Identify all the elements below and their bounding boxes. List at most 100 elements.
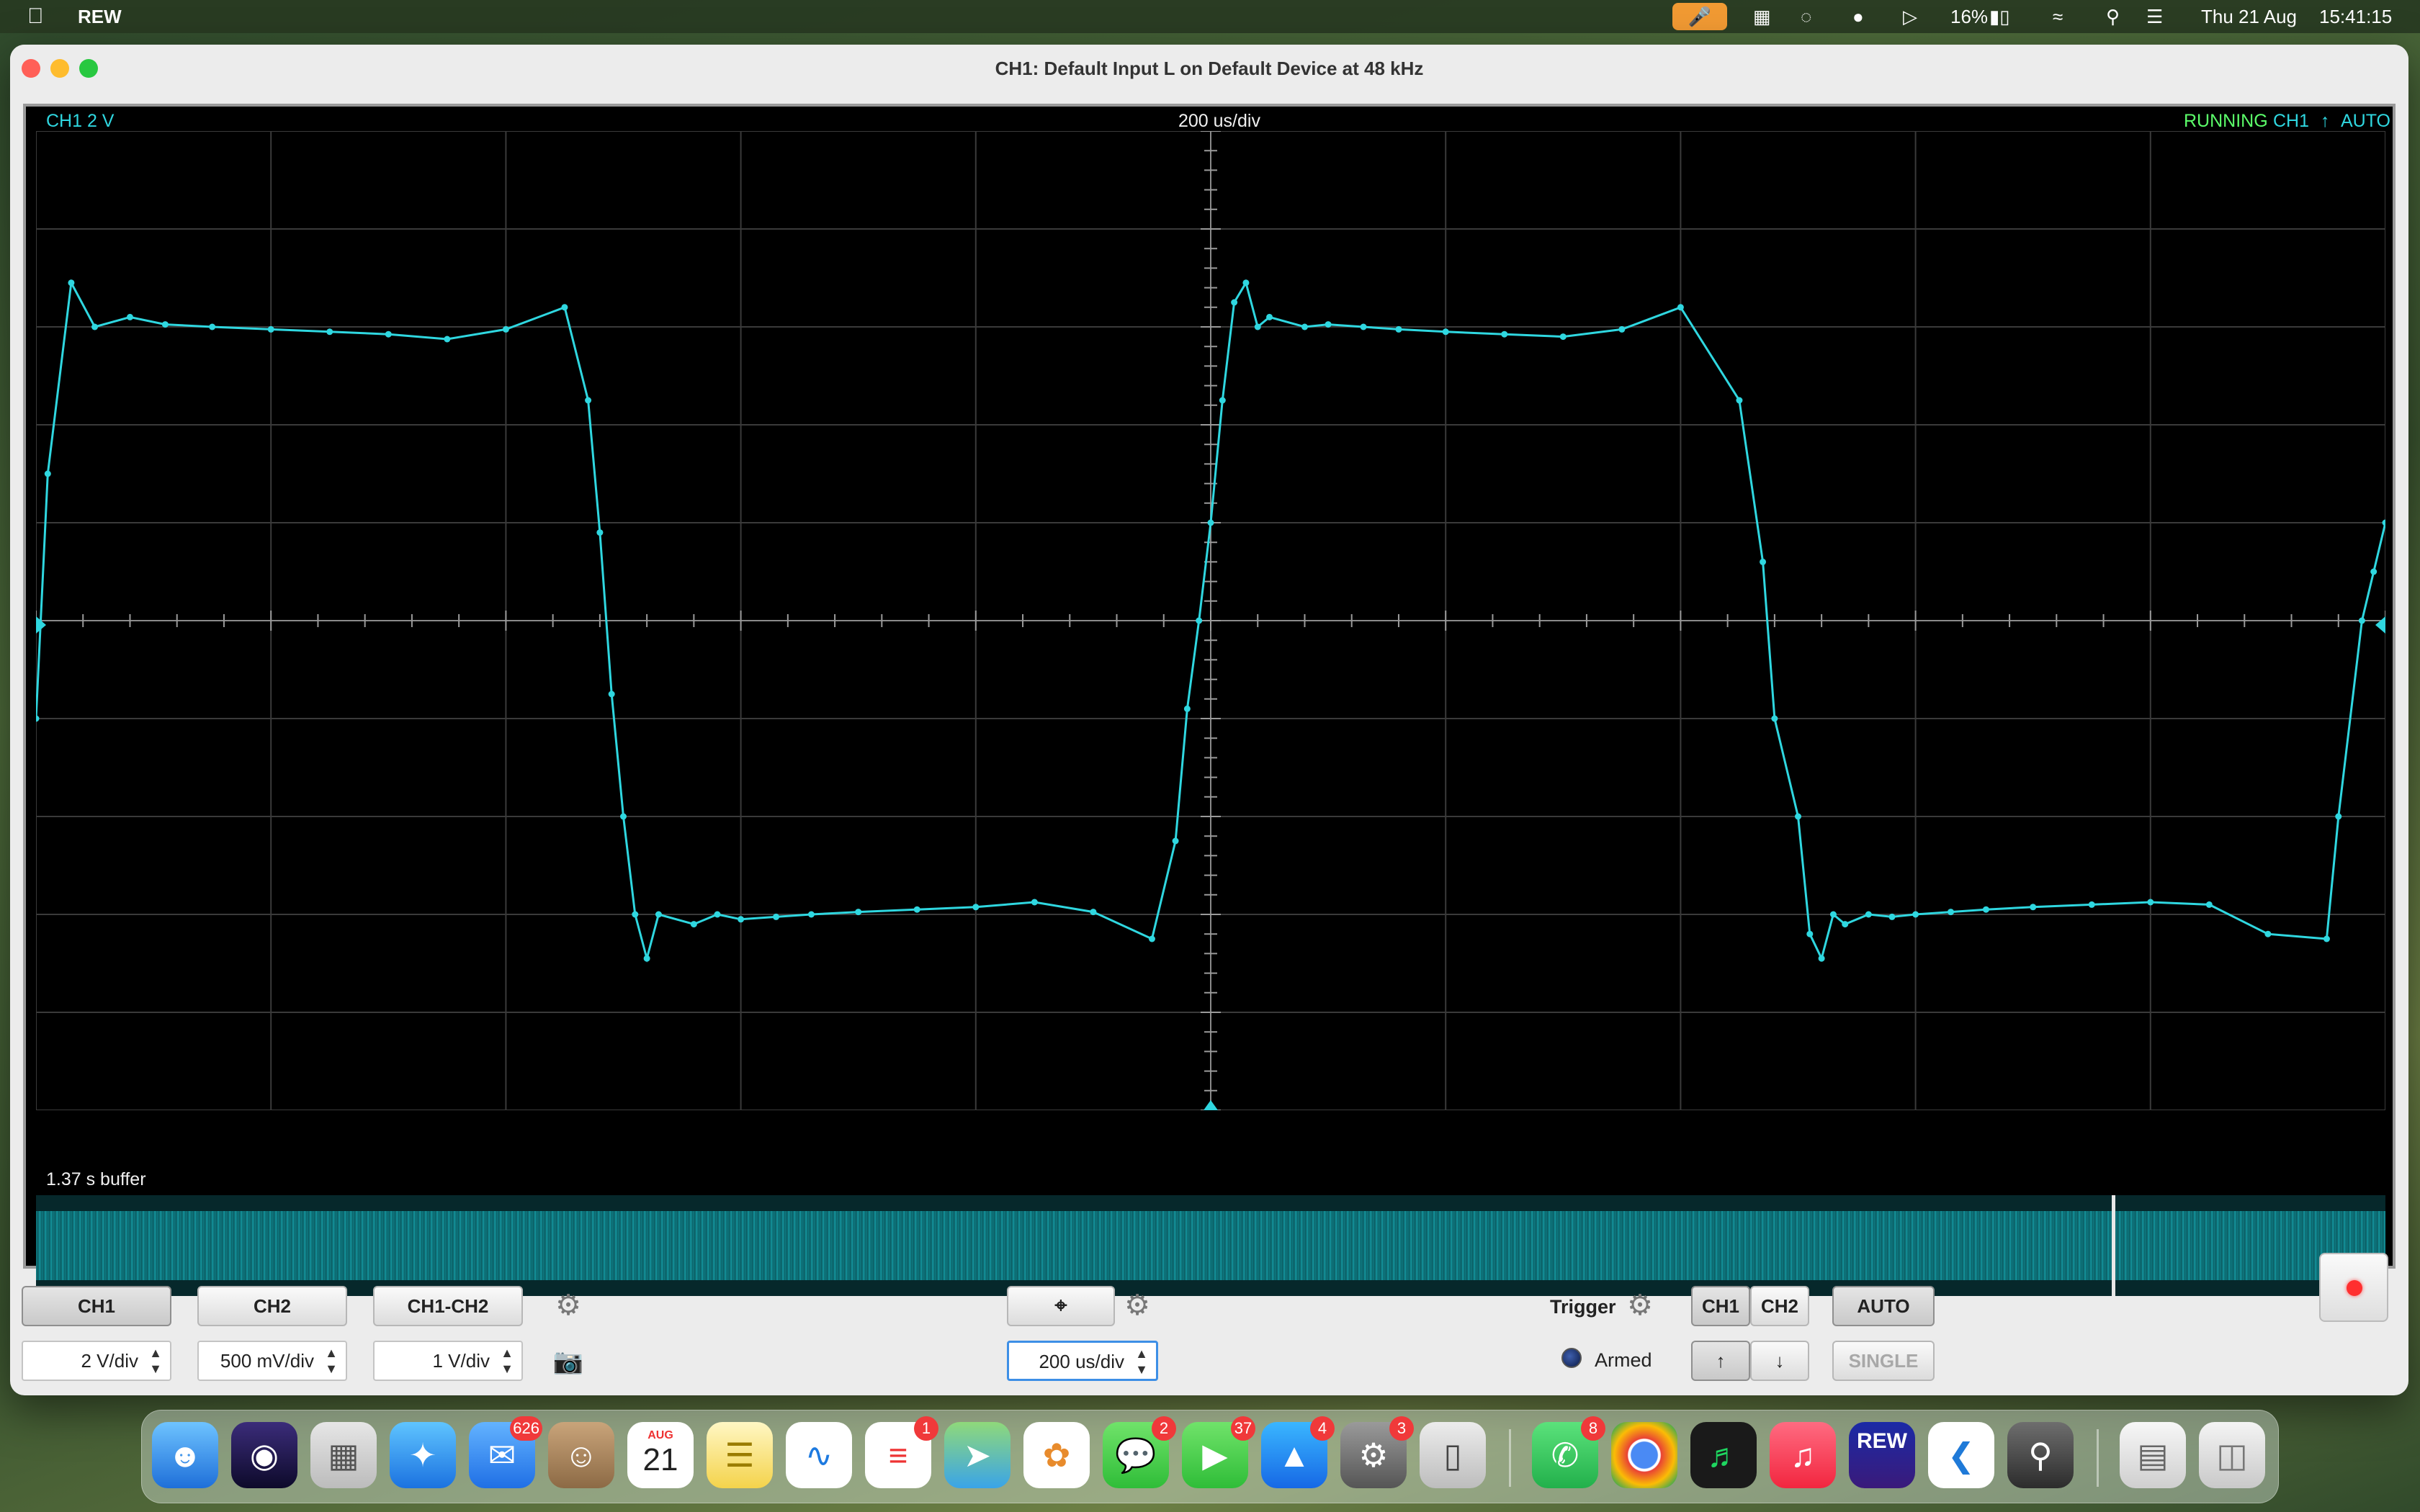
chrome-icon[interactable] [1611,1422,1677,1488]
contacts-icon[interactable]: ☺ [548,1422,614,1488]
grid-toggle-button[interactable]: ⌖ [1007,1286,1115,1326]
diff-scale-stepper-icon[interactable]: ▲ ▼ [497,1345,517,1377]
sample-point [1148,935,1155,942]
vpn-icon[interactable]: ▦ [1753,0,1771,33]
trigger-ch2-button[interactable]: CH2 [1750,1286,1809,1326]
sample-point [385,330,392,338]
documents-stack-icon[interactable]: ▤ [2120,1422,2186,1488]
play-icon[interactable]: ▷ [1903,0,1917,33]
sample-point [1559,333,1567,341]
rew-icon[interactable]: REW [1849,1422,1915,1488]
reminders-icon[interactable]: ≡ 1 [865,1416,938,1488]
mail-icon[interactable]: ✉ 626 [469,1416,542,1488]
sample-point [1806,930,1814,937]
messages-badge: 2 [1152,1416,1176,1441]
trigger-mode-status: AUTO [2341,111,2390,131]
sample-point [1618,325,1626,333]
app-menu-name[interactable]: REW [78,0,122,33]
maps-icon[interactable]: ➤ [944,1422,1010,1488]
waveform-plot[interactable] [36,131,2385,1110]
armed-label: Armed [1595,1349,1652,1371]
buffer-position-marker[interactable] [2112,1195,2115,1296]
spotify-icon[interactable]: ♬ [1690,1422,1757,1488]
notes-icon[interactable]: ☰ [707,1422,773,1488]
sample-point [1501,330,1508,338]
plot-axis-ticks [36,131,2385,1110]
app-store-badge: 4 [1310,1416,1335,1441]
scope-window: CH1: Default Input L on Default Device a… [10,45,2408,1395]
apple-menu-icon[interactable]:  [27,0,44,33]
buffer-overview[interactable] [36,1195,2385,1296]
photos-icon[interactable]: ✿ [1023,1422,1090,1488]
music-icon[interactable]: ♫ [1770,1422,1836,1488]
camera-snapshot-icon[interactable]: 📷 [552,1345,585,1378]
ch2-scale-stepper-icon[interactable]: ▲ ▼ [321,1345,341,1377]
sample-point [209,323,216,330]
app-store-icon[interactable]: ▲ 4 [1261,1416,1335,1488]
ch1-scale-stepper-icon[interactable]: ▲ ▼ [145,1345,166,1377]
sample-point [91,323,99,330]
timebase-settings-gear-icon[interactable]: ⚙ [1121,1289,1154,1322]
oscilloscope-display[interactable]: CH1 2 V 200 us/div RUNNING CH1 ↑ AUTO 1.… [23,104,2396,1296]
timebase-label: 200 us/div [1178,111,1260,131]
sample-point [1231,299,1238,306]
falling-edge-button[interactable]: ↓ [1750,1341,1809,1381]
battery-percent: 16% [1950,6,1989,27]
reminders-badge: 1 [914,1416,938,1441]
messages-icon[interactable]: 💬 2 [1103,1416,1176,1488]
search-icon[interactable]: ⚲ [2106,0,2120,33]
circle-status-icon[interactable]: ● [1852,0,1864,33]
microphone-indicator-icon[interactable]: 🎤 [1672,3,1727,30]
launchpad-icon[interactable]: ▦ [310,1422,377,1488]
sample-point [44,470,51,477]
quicktime-icon[interactable]: ⚲ [2007,1422,2074,1488]
rising-edge-button[interactable]: ↑ [1691,1341,1750,1381]
ch1-button[interactable]: CH1 [22,1286,171,1326]
ch1-minus-ch2-button[interactable]: CH1-CH2 [373,1286,523,1326]
channel-scale-label: CH1 2 V [46,111,115,131]
sample-point [1395,325,1402,333]
whatsapp-icon[interactable]: ✆ 8 [1532,1416,1605,1488]
system-settings-icon[interactable]: ⚙ 3 [1340,1416,1414,1488]
sample-point [1948,909,1955,916]
channel-settings-gear-icon[interactable]: ⚙ [552,1289,585,1322]
battery-icon[interactable]: ▮▯ [1989,0,2010,33]
auto-button[interactable]: AUTO [1832,1286,1935,1326]
calendar-icon[interactable]: AUG 21 [627,1422,694,1488]
diff-scale-spinner[interactable]: 1 V/div ▲ ▼ [373,1341,523,1381]
menu-date[interactable]: Thu 21 Aug [2201,0,2297,33]
control-center-icon[interactable]: ☰ [2146,0,2163,33]
timebase-spinner[interactable]: 200 us/div ▲ ▼ [1007,1341,1158,1381]
sample-point [1736,397,1743,404]
status-icon[interactable]: ◌ [1801,0,1811,33]
trigger-settings-gear-icon[interactable]: ⚙ [1623,1289,1657,1322]
sample-point [655,911,662,918]
sample-point [161,321,169,328]
siri-icon[interactable]: ◉ [231,1422,297,1488]
ch1-scale-spinner[interactable]: 2 V/div ▲ ▼ [22,1341,171,1381]
sample-point [1360,323,1367,330]
sample-point [502,325,509,333]
vscode-icon[interactable]: ❮ [1928,1422,1994,1488]
sample-point [326,328,333,336]
freeform-icon[interactable]: ∿ [786,1422,852,1488]
menu-time[interactable]: 15:41:15 [2319,0,2392,33]
sample-point [1090,909,1097,916]
finder-icon[interactable]: ☻ [152,1422,218,1488]
iphone-mirroring-icon[interactable]: ▯ [1420,1422,1486,1488]
facetime-icon[interactable]: ▶ 37 [1182,1416,1255,1488]
menu-bar:  REW 🎤 ▦ ◌ ● ▷ 16% ▮▯ ≈ ⚲ ☰ Thu 21 Aug … [0,0,2420,33]
safari-icon[interactable]: ✦ [390,1422,456,1488]
calendar-day: 21 [642,1442,678,1477]
sample-point [1207,519,1214,526]
sample-point [738,916,745,923]
trash-icon[interactable]: ◫ [2199,1422,2265,1488]
ch2-button[interactable]: CH2 [197,1286,347,1326]
single-button[interactable]: SINGLE [1832,1341,1935,1381]
ch2-scale-spinner[interactable]: 500 mV/div ▲ ▼ [197,1341,347,1381]
trigger-ch1-button[interactable]: CH1 [1691,1286,1750,1326]
sample-point [1760,558,1767,565]
wifi-icon[interactable]: ≈ [2053,0,2063,33]
timebase-stepper-icon[interactable]: ▲ ▼ [1131,1346,1152,1377]
record-button[interactable] [2319,1253,2388,1322]
